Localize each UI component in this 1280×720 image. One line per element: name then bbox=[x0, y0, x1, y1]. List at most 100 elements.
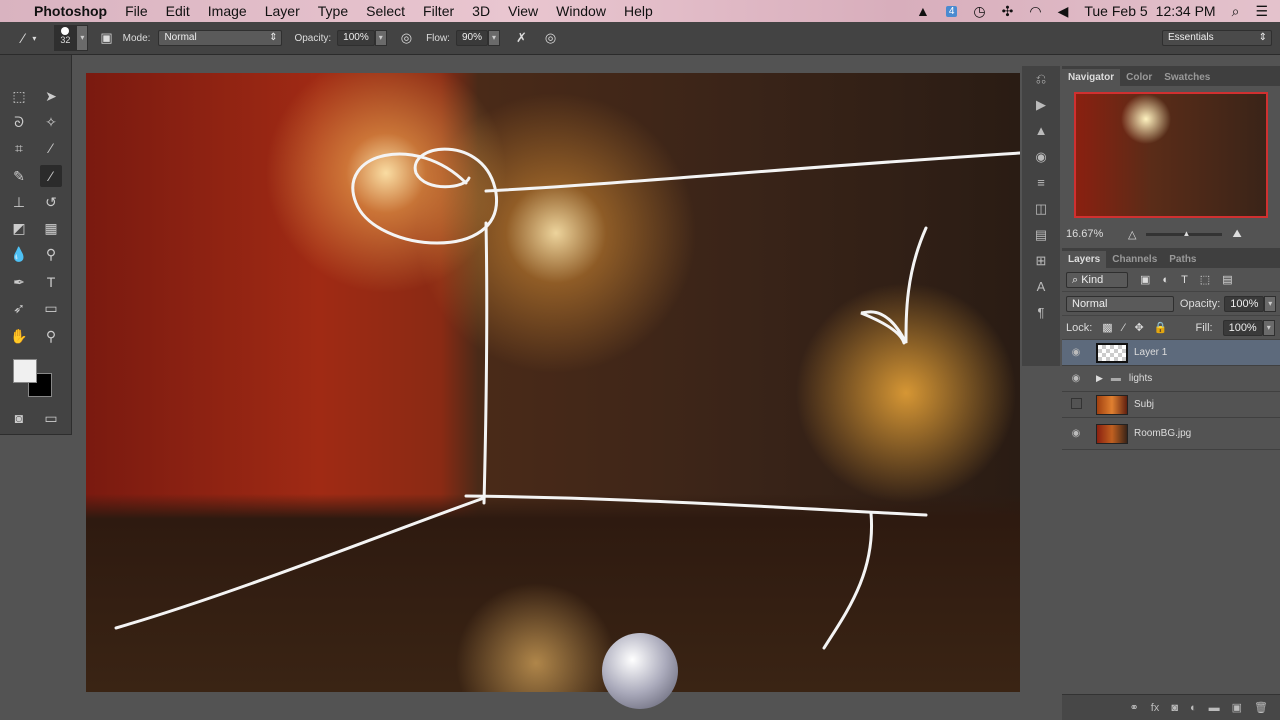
visibility-eye-icon[interactable]: ◉ bbox=[1062, 347, 1090, 358]
bluetooth-icon[interactable]: ✣ bbox=[1002, 3, 1014, 20]
layer-name[interactable]: Layer 1 bbox=[1134, 347, 1167, 358]
document-canvas[interactable] bbox=[86, 73, 1020, 692]
blur-tool-icon[interactable]: 💧 bbox=[8, 243, 30, 265]
crop-tool-icon[interactable]: ⌗ bbox=[8, 137, 30, 159]
layer-name[interactable]: RoomBG.jpg bbox=[1134, 428, 1191, 439]
tool-preset-dropdown[interactable]: ▾ bbox=[32, 34, 36, 43]
lasso-tool-icon[interactable]: ᘐ bbox=[8, 111, 30, 133]
pressure-size-icon[interactable]: ◎ bbox=[545, 30, 556, 46]
pressure-opacity-icon[interactable]: ◎ bbox=[401, 30, 412, 46]
lock-position-icon[interactable]: ✥ bbox=[1135, 321, 1144, 334]
tab-layers[interactable]: Layers bbox=[1062, 251, 1107, 268]
type-tool-icon[interactable]: T bbox=[40, 271, 62, 293]
filter-type-icon[interactable]: T bbox=[1181, 274, 1188, 286]
marquee-tool-icon[interactable]: ⬚ bbox=[8, 85, 30, 107]
menu-image[interactable]: Image bbox=[208, 3, 247, 19]
menu-view[interactable]: View bbox=[508, 3, 538, 19]
menu-edit[interactable]: Edit bbox=[166, 3, 190, 19]
add-mask-icon[interactable]: ◙ bbox=[1171, 702, 1178, 714]
filter-adjustment-icon[interactable]: ◐ bbox=[1162, 274, 1169, 286]
brush-dropdown[interactable]: ▾ bbox=[76, 25, 89, 51]
adjustment-layer-icon[interactable]: ◐ bbox=[1190, 702, 1197, 714]
flow-dropdown[interactable]: ▾ bbox=[487, 30, 500, 46]
layer-row-lights[interactable]: ◉ ▶ ▬ lights bbox=[1062, 366, 1280, 392]
fill-input[interactable]: 100% bbox=[1222, 319, 1263, 336]
info-icon[interactable]: ◉ bbox=[1022, 144, 1060, 170]
menu-app[interactable]: Photoshop bbox=[34, 3, 107, 19]
workspace-select[interactable]: Essentials ⇕ bbox=[1162, 30, 1272, 46]
delete-layer-icon[interactable]: 🗑 bbox=[1254, 701, 1268, 714]
opacity-input[interactable]: 100% bbox=[337, 30, 375, 46]
eyedropper-icon[interactable]: ⁄ bbox=[40, 137, 62, 159]
clone-source-icon[interactable]: ⊞ bbox=[1022, 248, 1060, 274]
actions-icon[interactable]: ▶ bbox=[1022, 92, 1060, 118]
link-layers-icon[interactable]: ⚭ bbox=[1130, 701, 1139, 714]
date[interactable]: Tue Feb 5 bbox=[1084, 3, 1147, 19]
tab-channels[interactable]: Channels bbox=[1106, 251, 1163, 268]
brush-panel-icon[interactable]: ▣ bbox=[100, 30, 112, 46]
filter-kind-select[interactable]: ⌕ Kind bbox=[1066, 271, 1128, 288]
filter-pixel-icon[interactable]: ▣ bbox=[1140, 273, 1150, 286]
new-layer-icon[interactable]: ▣ bbox=[1232, 701, 1242, 714]
tab-navigator[interactable]: Navigator bbox=[1062, 69, 1121, 86]
tab-paths[interactable]: Paths bbox=[1163, 251, 1202, 268]
wifi-icon[interactable]: ◠ bbox=[1029, 3, 1041, 20]
menu-window[interactable]: Window bbox=[556, 3, 606, 19]
menu-3d[interactable]: 3D bbox=[472, 3, 490, 19]
airbrush-icon[interactable]: ✗ bbox=[516, 30, 527, 46]
gradient-icon[interactable]: ▦ bbox=[40, 217, 62, 239]
clone-stamp-icon[interactable]: ⊥ bbox=[8, 191, 30, 213]
layer-row-layer-1[interactable]: ◉ Layer 1 bbox=[1062, 340, 1280, 366]
fx-icon[interactable]: fx bbox=[1151, 702, 1160, 714]
brush-tool-icon[interactable]: ⁄ bbox=[22, 30, 24, 46]
rectangle-tool-icon[interactable]: ▭ bbox=[40, 297, 62, 319]
navigator-preview[interactable] bbox=[1074, 92, 1268, 218]
screen-mode-icon[interactable]: ▭ bbox=[40, 407, 62, 429]
zoom-in-icon[interactable]: ⛰ bbox=[1232, 228, 1241, 241]
path-selection-icon[interactable]: ➶ bbox=[8, 297, 30, 319]
menu-file[interactable]: File bbox=[125, 3, 148, 19]
brush-size-picker[interactable]: 32 bbox=[54, 25, 77, 51]
menu-select[interactable]: Select bbox=[366, 3, 405, 19]
pen-tool-icon[interactable]: ✒ bbox=[8, 271, 30, 293]
evernote-badge[interactable]: 4 bbox=[945, 5, 958, 17]
filter-shape-icon[interactable]: ⬚ bbox=[1200, 273, 1210, 286]
foreground-color[interactable] bbox=[13, 359, 37, 383]
time-machine-icon[interactable]: ◷ bbox=[973, 3, 985, 20]
zoom-value[interactable]: 16.67% bbox=[1066, 228, 1118, 240]
layer-name[interactable]: Subj bbox=[1134, 399, 1154, 410]
brush-tool-icon[interactable]: ⁄ bbox=[40, 165, 62, 187]
history-brush-icon[interactable]: ↺ bbox=[40, 191, 62, 213]
zoom-tool-icon[interactable]: ⚲ bbox=[40, 325, 62, 347]
menu-filter[interactable]: Filter bbox=[423, 3, 454, 19]
notification-icon[interactable]: ☰ bbox=[1255, 3, 1268, 20]
visibility-eye-icon[interactable]: ◉ bbox=[1062, 373, 1090, 384]
hand-tool-icon[interactable]: ✋ bbox=[8, 325, 30, 347]
lock-pixels-icon[interactable]: ⁄ bbox=[1123, 322, 1125, 334]
visibility-off-box[interactable] bbox=[1062, 397, 1090, 412]
layer-name[interactable]: lights bbox=[1129, 373, 1152, 384]
tab-color[interactable]: Color bbox=[1120, 69, 1158, 86]
histogram-icon[interactable]: ▲ bbox=[1022, 118, 1060, 144]
blend-mode-select[interactable]: Normal bbox=[1066, 295, 1174, 312]
new-group-icon[interactable]: ▬ bbox=[1209, 702, 1220, 714]
quick-mask-icon[interactable]: ◙ bbox=[8, 407, 30, 429]
healing-brush-icon[interactable]: ✎ bbox=[8, 165, 30, 187]
flow-input[interactable]: 90% bbox=[455, 30, 488, 46]
menu-layer[interactable]: Layer bbox=[265, 3, 300, 19]
paragraph-icon[interactable]: ¶ bbox=[1022, 300, 1060, 326]
character-icon[interactable]: A bbox=[1022, 274, 1060, 300]
dodge-tool-icon[interactable]: ⚲ bbox=[40, 243, 62, 265]
layer-row-subj[interactable]: Subj bbox=[1062, 392, 1280, 418]
styles-icon[interactable]: ◫ bbox=[1022, 196, 1060, 222]
lock-transparency-icon[interactable]: ▩ bbox=[1102, 321, 1112, 334]
zoom-slider[interactable]: ▲ bbox=[1146, 229, 1223, 238]
visibility-eye-icon[interactable]: ◉ bbox=[1062, 428, 1090, 439]
layer-row-roombg[interactable]: ◉ RoomBG.jpg bbox=[1062, 418, 1280, 450]
history-icon[interactable]: ⎌ bbox=[1022, 66, 1060, 92]
layer-opacity-input[interactable]: 100% bbox=[1224, 295, 1265, 312]
layer-opacity-dropdown[interactable]: ▾ bbox=[1264, 295, 1276, 312]
expand-arrow-icon[interactable]: ▶ bbox=[1096, 373, 1103, 384]
filter-smart-icon[interactable]: ▤ bbox=[1222, 273, 1232, 286]
menu-type[interactable]: Type bbox=[318, 3, 348, 19]
